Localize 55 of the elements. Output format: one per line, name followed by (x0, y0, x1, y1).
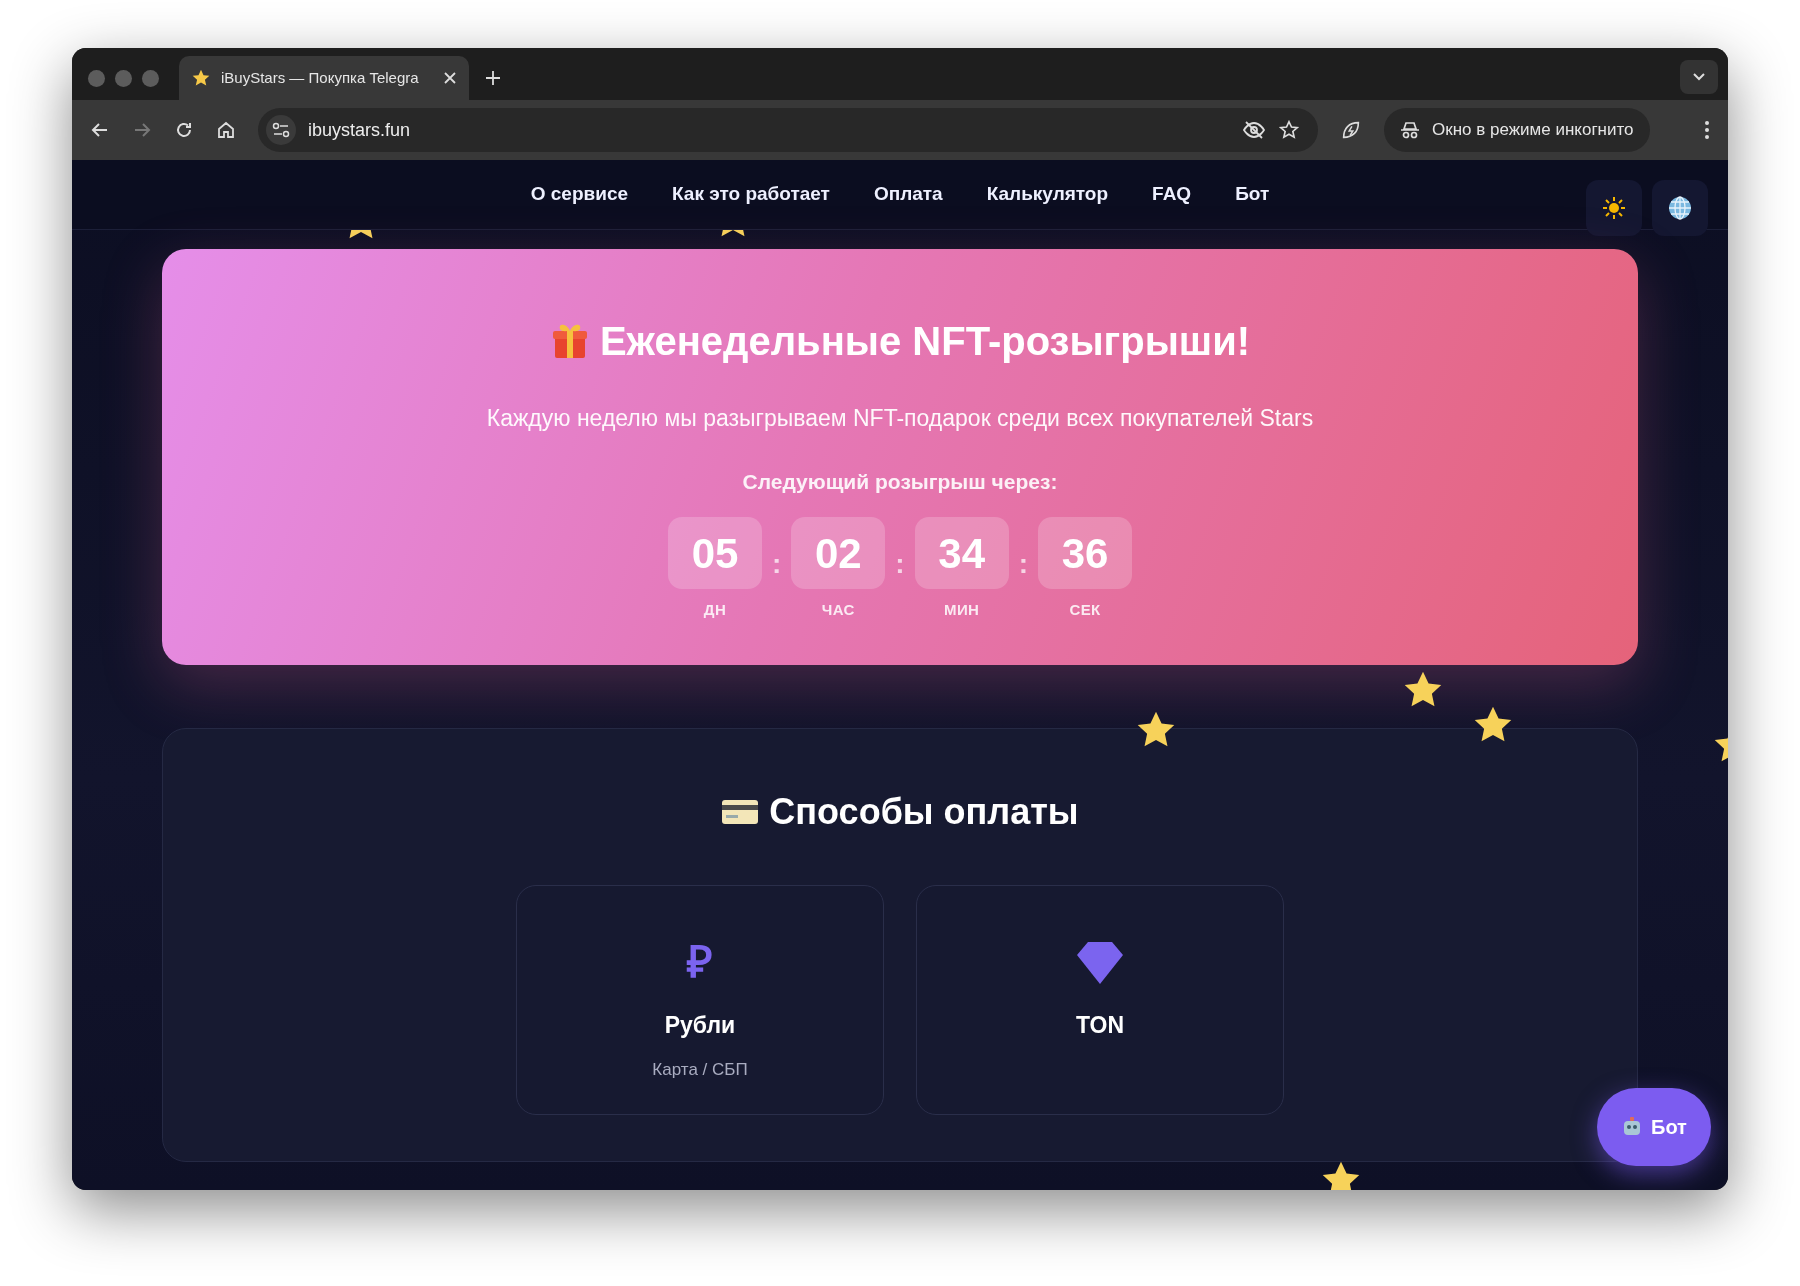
countdown-unit: ДН (703, 600, 727, 620)
nav-link[interactable]: Как это работает (672, 180, 830, 209)
incognito-icon (1400, 120, 1420, 140)
close-window-button[interactable] (88, 69, 105, 87)
countdown-value: 05 (668, 517, 762, 589)
tab-title: iBuyStars — Покупка Telegra (221, 67, 420, 88)
home-icon[interactable] (216, 120, 236, 140)
reload-icon[interactable] (174, 120, 194, 140)
url-text: ibuystars.fun (308, 118, 411, 142)
site-settings-icon[interactable] (272, 122, 290, 138)
section-title: Способы оплаты (769, 790, 1079, 834)
countdown-separator: : (895, 547, 905, 581)
bot-button[interactable]: Бот (1597, 1088, 1711, 1166)
countdown-separator: : (772, 547, 782, 581)
globe-icon (1667, 195, 1693, 221)
countdown-value: 02 (791, 517, 886, 589)
new-tab-icon[interactable] (485, 70, 501, 86)
nav-link[interactable]: Оплата (873, 180, 943, 209)
nav-link[interactable]: Бот (1235, 180, 1270, 209)
countdown-separator: : (1018, 547, 1028, 581)
countdown-unit: ЧАС (821, 600, 855, 620)
incognito-chip[interactable]: Окно в режиме инкогнито (1384, 108, 1650, 152)
credit-card-icon (721, 798, 760, 826)
banner-title: Еженедельные NFT-розыгрыши! (599, 318, 1251, 365)
close-icon[interactable] (443, 71, 457, 85)
payment-method-card[interactable]: TON (916, 885, 1284, 1115)
payment-method-card[interactable]: ₽ Рубли Карта / СБП (516, 885, 884, 1115)
countdown-value: 36 (1038, 517, 1132, 589)
incognito-label: Окно в режиме инкогнито (1432, 119, 1634, 142)
countdown-unit: СЕК (1069, 600, 1101, 620)
method-note: Карта / СБП (652, 1058, 748, 1081)
browser-tab[interactable]: iBuyStars — Покупка Telegra (179, 56, 469, 100)
nav-link[interactable]: Калькулятор (986, 180, 1109, 209)
method-name: TON (1075, 1011, 1125, 1040)
countdown-unit: МИН (944, 600, 980, 620)
language-button[interactable] (1652, 180, 1708, 236)
banner-subtitle: Каждую неделю мы разыгрываем NFT-подарок среди всех покупателей Stars (486, 404, 1314, 433)
countdown-value: 34 (914, 517, 1009, 589)
eye-slash-icon[interactable] (1242, 120, 1266, 140)
ruble-sign: ₽ (687, 938, 713, 986)
leaf-icon[interactable] (1340, 119, 1362, 141)
menu-icon[interactable] (1704, 120, 1710, 140)
chevron-down-icon (1693, 73, 1705, 81)
minimize-window-button[interactable] (115, 69, 132, 87)
bookmark-star-icon[interactable] (1278, 119, 1300, 141)
nav-link[interactable]: О сервисе (530, 180, 628, 209)
sun-icon (1602, 196, 1626, 220)
countdown-label: Следующий розыгрыш через: (742, 468, 1058, 495)
theme-toggle-button[interactable] (1586, 180, 1642, 236)
nav-link[interactable]: FAQ (1152, 180, 1192, 209)
robot-icon (1621, 1116, 1643, 1138)
address-bar[interactable]: ibuystars.fun (258, 108, 1318, 152)
method-name: Рубли (664, 1011, 736, 1040)
tab-list-button[interactable] (1680, 60, 1718, 94)
zoom-window-button[interactable] (142, 69, 159, 87)
